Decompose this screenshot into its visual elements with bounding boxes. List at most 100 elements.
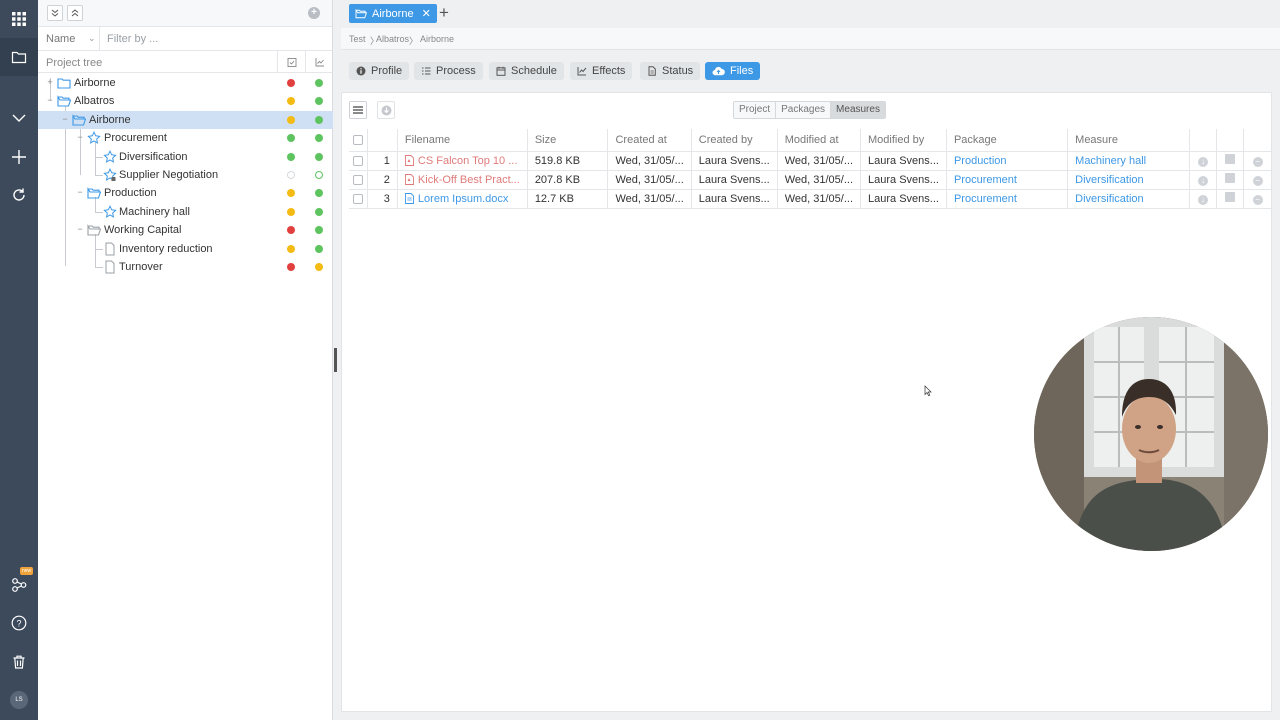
column-filename[interactable]: Filename: [396, 129, 528, 152]
status-indicator: [287, 79, 295, 87]
edit-checkbox-icon[interactable]: [1225, 173, 1236, 183]
column-package[interactable]: Package: [945, 129, 1068, 152]
tab-schedule[interactable]: Schedule: [489, 62, 564, 80]
refresh-icon[interactable]: [0, 176, 38, 214]
table-row[interactable]: 2 Kick-Off Best Pract... 207.8 KB Wed, 3…: [349, 170, 1271, 190]
edit-checkbox-icon[interactable]: [1225, 154, 1236, 164]
tab-process[interactable]: Process: [414, 62, 483, 80]
row-checkbox[interactable]: [353, 155, 363, 166]
measure-link[interactable]: Machinery hall: [1067, 151, 1190, 171]
tab-files[interactable]: Files: [705, 62, 761, 80]
tree-item-machinery-hall[interactable]: Machinery hall: [38, 203, 333, 221]
folder-icon[interactable]: [0, 38, 38, 76]
column-measure[interactable]: Measure: [1067, 129, 1190, 152]
edit-checkbox-icon[interactable]: [1225, 192, 1236, 202]
remove-icon[interactable]: −: [1252, 194, 1263, 205]
scope-packages-option[interactable]: Packages: [776, 102, 832, 118]
collapse-toggle[interactable]: −: [76, 133, 84, 142]
tab-label: Schedule: [511, 65, 557, 77]
tree-item-inventory-reduction[interactable]: Inventory reduction: [38, 240, 333, 258]
row-checkbox[interactable]: [353, 193, 363, 204]
tree-item-turnover[interactable]: Turnover: [38, 258, 333, 276]
file-link[interactable]: Lorem Ipsum.docx: [418, 193, 508, 205]
file-size: 519.8 KB: [526, 151, 608, 171]
breadcrumb-item[interactable]: Test: [349, 34, 366, 44]
add-node-button[interactable]: +: [308, 7, 320, 19]
panel-resize-handle[interactable]: [334, 348, 337, 372]
column-modified-at[interactable]: Modified at: [776, 129, 861, 152]
select-all-checkbox[interactable]: [353, 134, 363, 145]
file-size: 12.7 KB: [526, 189, 608, 209]
trend-column-icon[interactable]: [305, 51, 333, 73]
column-size[interactable]: Size: [526, 129, 608, 152]
package-link[interactable]: Procurement: [945, 170, 1068, 190]
tree-filter-input[interactable]: Filter by ...: [107, 33, 158, 45]
remove-icon[interactable]: −: [1252, 175, 1263, 186]
tree-item-label: Inventory reduction: [119, 243, 213, 255]
tree-item-supplier-negotiation[interactable]: Supplier Negotiation: [38, 166, 333, 184]
trend-indicator: [315, 153, 323, 161]
breadcrumb-item[interactable]: Airborne: [420, 34, 454, 44]
collapse-toggle[interactable]: −: [76, 188, 84, 197]
download-icon[interactable]: ↓: [1197, 194, 1208, 205]
row-checkbox[interactable]: [353, 174, 363, 185]
collapse-toggle[interactable]: −: [61, 115, 69, 124]
expand-all-button[interactable]: [47, 5, 63, 21]
tab-label: Airborne: [372, 7, 414, 20]
column-modified-by[interactable]: Modified by: [860, 129, 947, 152]
column-created-at[interactable]: Created at: [607, 129, 692, 152]
help-icon[interactable]: ?: [0, 604, 38, 642]
filter-field-select[interactable]: Name: [46, 33, 75, 45]
download-button[interactable]: [377, 101, 395, 119]
column-created-by[interactable]: Created by: [690, 129, 778, 152]
tree-item-airborne[interactable]: + Airborne: [38, 74, 333, 92]
collapse-toggle[interactable]: −: [76, 225, 84, 234]
tab-status[interactable]: Status: [640, 62, 701, 80]
download-icon[interactable]: ↓: [1197, 156, 1208, 167]
measure-link[interactable]: Diversification: [1067, 170, 1190, 190]
tab-airborne[interactable]: Airborne ✕: [349, 4, 437, 23]
status-indicator: [287, 189, 295, 197]
download-icon[interactable]: ↓: [1197, 175, 1208, 186]
menu-button[interactable]: [349, 101, 367, 119]
collapse-toggle[interactable]: −: [46, 96, 54, 105]
breadcrumb-item[interactable]: Albatros: [376, 34, 409, 44]
package-link[interactable]: Production: [945, 151, 1068, 171]
scope-project-option[interactable]: Project: [734, 102, 777, 118]
tree-item-diversification[interactable]: Diversification: [38, 148, 333, 166]
expand-toggle[interactable]: +: [46, 78, 54, 87]
remove-icon[interactable]: −: [1252, 156, 1263, 167]
tree-item-working-capital[interactable]: − Working Capital: [38, 221, 333, 239]
tab-effects[interactable]: Effects: [570, 62, 633, 80]
package-link[interactable]: Procurement: [945, 189, 1068, 209]
file-link[interactable]: CS Falcon Top 10 ...: [418, 155, 517, 167]
tree-item-airborne-sub[interactable]: − Airborne: [38, 111, 333, 129]
section-tabs: Profile Process Schedule Effects Status …: [341, 60, 1280, 84]
scope-measures-option[interactable]: Measures: [831, 102, 885, 118]
plus-icon[interactable]: [0, 138, 38, 176]
document-tab-bar: Airborne ✕ +: [341, 0, 1280, 28]
tree-item-albatros[interactable]: − Albatros: [38, 92, 333, 110]
star-icon: [103, 150, 117, 163]
table-row[interactable]: 3 Lorem Ipsum.docx 12.7 KB Wed, 31/05/..…: [349, 189, 1271, 209]
scope-filter: Project Packages Measures: [733, 101, 886, 119]
tab-profile[interactable]: Profile: [349, 62, 410, 80]
table-row[interactable]: 1 CS Falcon Top 10 ... 519.8 KB Wed, 31/…: [349, 151, 1271, 171]
avatar[interactable]: LS: [10, 691, 28, 709]
measure-link[interactable]: Diversification: [1067, 189, 1190, 209]
info-icon: [356, 66, 366, 76]
chevron-down-icon[interactable]: [0, 99, 38, 137]
close-icon[interactable]: ✕: [422, 7, 431, 20]
tree-item-procurement[interactable]: − Procurement: [38, 129, 333, 147]
add-tab-button[interactable]: +: [439, 4, 449, 22]
file-link[interactable]: Kick-Off Best Pract...: [418, 174, 520, 186]
folder-icon: [57, 78, 71, 89]
checklist-column-icon[interactable]: [277, 51, 305, 73]
collapse-all-button[interactable]: [67, 5, 83, 21]
svg-text:?: ?: [16, 619, 21, 629]
apps-grid-icon[interactable]: [0, 0, 38, 38]
chevron-down-icon[interactable]: ⌄: [88, 33, 96, 44]
trash-icon[interactable]: [0, 643, 38, 681]
cloud-upload-icon: [712, 66, 725, 76]
tree-item-production[interactable]: − Production: [38, 184, 333, 202]
